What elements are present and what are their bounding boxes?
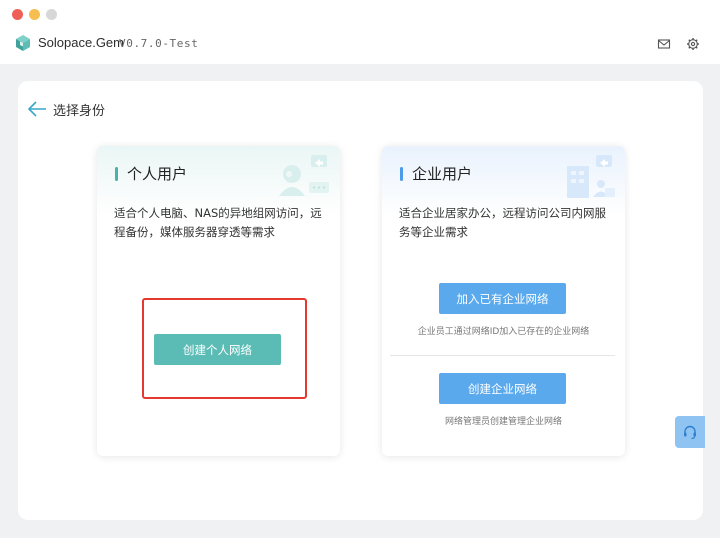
window-minimize-button[interactable] [29, 9, 40, 20]
card-accent-bar [115, 167, 118, 181]
title-bar: Solopace.Gem V0.7.0-Test [0, 0, 720, 64]
personal-card-title: 个人用户 [127, 165, 188, 183]
create-network-hint: 网络管理员创建管理企业网络 [444, 417, 562, 427]
arrow-left-icon[interactable] [27, 100, 47, 118]
create-enterprise-network-button[interactable]: 创建企业网络 [439, 373, 566, 404]
highlight-annotation-box [142, 298, 307, 399]
personal-user-illustration-icon [279, 155, 329, 196]
app-version: V0.7.0-Test [119, 37, 199, 50]
headset-icon[interactable] [682, 424, 698, 440]
gear-icon[interactable] [686, 37, 700, 51]
enterprise-card-description: 适合企业居家办公，远程访问公司内网服务等企业需求 [399, 206, 606, 239]
join-network-hint: 企业员工通过网络ID加入已存在的企业网络 [417, 327, 590, 337]
customer-support-button[interactable] [675, 416, 705, 448]
card-accent-bar [400, 167, 403, 181]
window-maximize-button[interactable] [46, 9, 57, 20]
cube-logo-icon [16, 35, 30, 51]
page-title: 选择身份 [53, 103, 106, 119]
app-name: Solopace.Gem [38, 35, 124, 50]
window-close-button[interactable] [12, 9, 23, 20]
personal-card-description: 适合个人电脑、NAS的异地组网访问，远程备份，媒体服务器穿透等需求 [114, 206, 322, 239]
enterprise-building-illustration-icon [567, 155, 615, 198]
mail-icon[interactable] [657, 37, 671, 51]
app-window: Solopace.Gem V0.7.0-Test 选择身份 个人用户 适合个人电… [0, 0, 720, 538]
back-button[interactable]: 选择身份 [27, 99, 105, 119]
enterprise-card-title: 企业用户 [412, 165, 473, 183]
divider [390, 355, 615, 356]
join-enterprise-network-button[interactable]: 加入已有企业网络 [439, 283, 566, 314]
enterprise-user-card: 企业用户 适合企业居家办公，远程访问公司内网服务等企业需求 加入已有企业网络 企… [382, 146, 625, 456]
